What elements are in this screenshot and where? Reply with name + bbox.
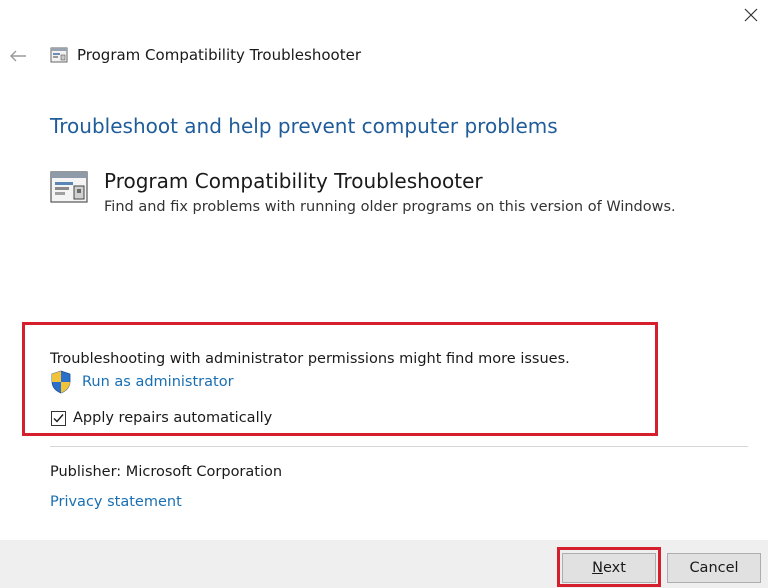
back-button[interactable] <box>6 44 30 68</box>
next-highlight-box <box>557 547 661 587</box>
title-app-icon <box>50 46 68 64</box>
divider <box>50 446 748 447</box>
privacy-statement-link[interactable]: Privacy statement <box>50 494 182 510</box>
cancel-button[interactable]: Cancel <box>667 553 761 583</box>
troubleshooter-icon <box>50 170 90 206</box>
run-as-admin-link[interactable]: Run as administrator <box>82 374 234 390</box>
publisher-text: Publisher: Microsoft Corporation <box>50 464 283 480</box>
page-heading: Troubleshoot and help prevent computer p… <box>50 114 558 138</box>
uac-shield-icon <box>50 370 72 394</box>
close-icon <box>744 8 758 22</box>
cancel-button-label: Cancel <box>689 560 739 576</box>
checkmark-icon <box>53 414 64 423</box>
window-title: Program Compatibility Troubleshooter <box>77 46 361 64</box>
apply-repairs-checkbox[interactable] <box>51 411 66 426</box>
apply-repairs-label[interactable]: Apply repairs automatically <box>73 410 272 426</box>
admin-note: Troubleshooting with administrator permi… <box>50 351 570 367</box>
close-button[interactable] <box>734 0 768 30</box>
troubleshooter-name: Program Compatibility Troubleshooter <box>104 169 483 193</box>
back-arrow-icon <box>10 50 26 62</box>
troubleshooter-description: Find and fix problems with running older… <box>104 199 676 215</box>
